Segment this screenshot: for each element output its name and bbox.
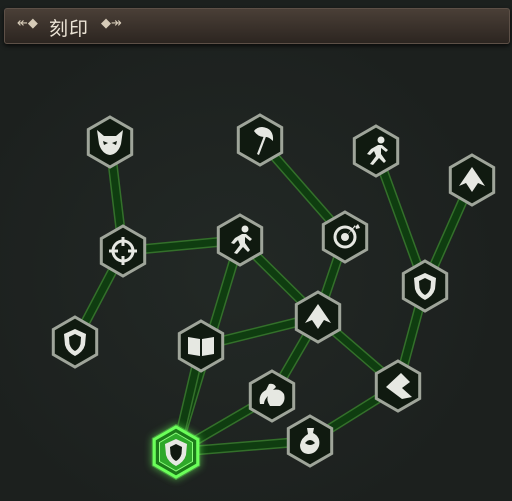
node-demon-mask[interactable] — [86, 115, 134, 169]
node-potion[interactable] — [286, 414, 334, 468]
node-up-arrow-top[interactable] — [448, 153, 496, 207]
node-runner-top[interactable] — [352, 124, 400, 178]
node-shield-start[interactable] — [151, 424, 201, 480]
node-shield-right[interactable] — [401, 259, 449, 313]
node-crosshair[interactable] — [99, 224, 147, 278]
tree-nodes — [51, 113, 496, 480]
engraving-tree — [51, 113, 496, 480]
node-shield-left[interactable] — [51, 315, 99, 369]
